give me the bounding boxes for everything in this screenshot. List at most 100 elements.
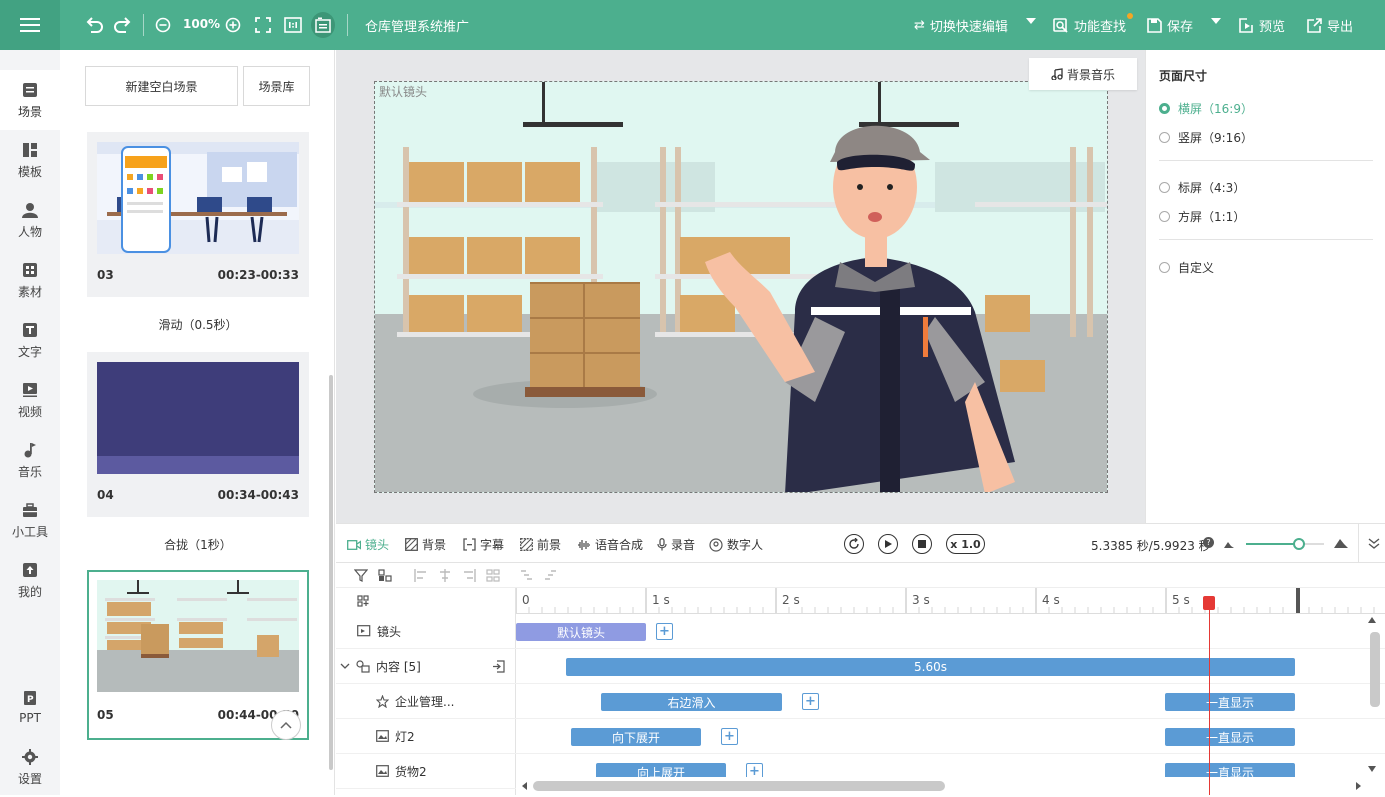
zoom-out-mountain-icon[interactable] <box>1224 540 1234 548</box>
zoom-slider-thumb[interactable] <box>1293 538 1305 550</box>
shapes-icon <box>356 659 370 673</box>
subtitle-toggle-icon[interactable] <box>311 12 335 38</box>
background-music-button[interactable]: 背景音乐 <box>1029 58 1137 90</box>
scene-card-04[interactable]: 04 00:34-00:43 <box>87 352 309 517</box>
clip-block[interactable]: 一直显示 <box>1165 693 1295 711</box>
tab-foreground[interactable]: 前景 <box>520 536 561 553</box>
timeline-vertical-scrollbar[interactable] <box>1370 632 1380 707</box>
radio-standard[interactable]: 标屏（4:3） <box>1159 179 1245 196</box>
tab-subtitle[interactable]: 字幕 <box>463 536 504 553</box>
help-icon[interactable]: ? <box>1203 537 1214 548</box>
switch-edit-button[interactable]: ⇄ 切换快速编辑 <box>914 16 1008 35</box>
nav-item-video[interactable]: 视频 <box>0 370 60 430</box>
image-icon <box>376 765 389 777</box>
nav-item-template[interactable]: 模板 <box>0 130 60 190</box>
star-effect-icon <box>376 694 389 708</box>
radio-custom[interactable]: 自定义 <box>1159 259 1214 276</box>
gear-icon <box>21 748 39 766</box>
scene-time-range: 00:34-00:43 <box>217 488 299 502</box>
actual-size-icon[interactable] <box>283 14 303 36</box>
speed-button[interactable]: x 1.0 <box>946 534 985 554</box>
clip-block[interactable]: 右边滑入 <box>601 693 782 711</box>
track-label-item[interactable]: 灯2 <box>336 719 516 754</box>
track-label-content[interactable]: 内容 [5] <box>336 649 516 684</box>
save-dropdown[interactable] <box>1211 18 1221 24</box>
scene-card-05[interactable]: 05 00:44-00:50 <box>87 570 309 740</box>
nav-item-music[interactable]: 音乐 <box>0 430 60 490</box>
clip-block[interactable]: 默认镜头 <box>516 623 646 641</box>
timeline-ruler[interactable]: 0 1 s 2 s 3 s 4 s 5 s <box>516 588 1385 614</box>
collapse-up-button[interactable] <box>271 710 301 740</box>
radio-square[interactable]: 方屏（1:1） <box>1159 208 1245 225</box>
zoom-out-icon[interactable] <box>153 14 173 36</box>
radio-landscape[interactable]: 横屏（16:9） <box>1159 100 1253 117</box>
nav-item-toolbox[interactable]: 小工具 <box>0 490 60 550</box>
radio-dot <box>1159 211 1170 222</box>
undo-icon[interactable] <box>83 14 105 36</box>
scroll-right-arrow-icon[interactable] <box>1356 782 1362 790</box>
ruler-label: 4 s <box>1042 593 1060 607</box>
clip-block[interactable]: 5.60s <box>566 658 1295 676</box>
tab-digital-human[interactable]: 数字人 <box>709 536 763 553</box>
scene-list-scrollbar[interactable] <box>329 375 333 770</box>
time-readout: 5.3385 秒/5.9923 秒 <box>1091 539 1211 553</box>
new-blank-scene-button[interactable]: 新建空白场景 <box>85 66 238 106</box>
tab-background[interactable]: 背景 <box>405 536 446 553</box>
chevron-down-icon[interactable] <box>340 663 350 670</box>
add-clip-button[interactable]: + <box>656 623 673 640</box>
save-button[interactable]: 保存 <box>1147 16 1193 35</box>
track-label-item[interactable]: 货物2 <box>336 754 516 789</box>
export-button[interactable]: 导出 <box>1307 16 1353 35</box>
stage-frame[interactable]: 默认镜头 <box>374 81 1108 493</box>
find-feature-button[interactable]: 功能查找 <box>1053 16 1126 35</box>
track-label-item[interactable]: 企业管理... <box>336 684 516 719</box>
scroll-up-arrow-icon[interactable] <box>1368 617 1376 623</box>
transition-label[interactable]: 合拢（1秒） <box>87 536 309 553</box>
scroll-down-arrow-icon[interactable] <box>1368 766 1376 772</box>
nav-item-material[interactable]: 素材 <box>0 250 60 310</box>
nav-item-settings[interactable]: 设置 <box>0 737 60 797</box>
notification-dot <box>1127 13 1133 19</box>
left-nav: 场景 模板 人物 素材 文字 视频 音乐 小工具 我的 P PPT 设置 <box>0 50 60 795</box>
nav-item-scene[interactable]: 场景 <box>0 70 60 130</box>
filter-icon[interactable] <box>354 569 368 582</box>
nav-item-person[interactable]: 人物 <box>0 190 60 250</box>
zoom-in-icon[interactable] <box>223 14 243 36</box>
menu-button[interactable] <box>0 0 60 50</box>
scene-thumbnail <box>97 142 299 254</box>
scene-number: 04 <box>97 488 114 502</box>
stop-button[interactable] <box>912 534 932 554</box>
replay-button[interactable] <box>844 534 864 554</box>
transition-label[interactable]: 滑动（0.5秒） <box>87 316 309 333</box>
layout-grid-icon[interactable] <box>357 595 369 607</box>
zoom-in-mountain-icon[interactable] <box>1334 538 1348 548</box>
nav-item-text[interactable]: 文字 <box>0 310 60 370</box>
preview-button[interactable]: 预览 <box>1239 16 1285 35</box>
nav-item-ppt[interactable]: P PPT <box>0 677 60 737</box>
group-icon[interactable] <box>378 569 392 582</box>
add-clip-button[interactable]: + <box>721 728 738 745</box>
playhead-handle[interactable] <box>1203 596 1215 610</box>
clip-block[interactable]: 向下展开 <box>571 728 701 746</box>
collapse-double-chevron-icon[interactable] <box>1368 538 1380 550</box>
project-title[interactable]: 仓库管理系统推广 <box>365 16 469 35</box>
tab-camera[interactable]: 镜头 <box>347 536 389 553</box>
switch-edit-dropdown[interactable] <box>1026 18 1036 24</box>
scene-card-03[interactable]: 03 00:23-00:33 <box>87 132 309 297</box>
exit-group-icon[interactable] <box>492 659 505 673</box>
add-clip-button[interactable]: + <box>802 693 819 710</box>
play-button[interactable] <box>878 534 898 554</box>
track-label-camera[interactable]: 镜头 <box>336 614 516 649</box>
timeline-horizontal-scrollbar[interactable] <box>533 781 945 791</box>
tab-tts[interactable]: 语音合成 <box>577 536 643 553</box>
redo-icon[interactable] <box>112 14 134 36</box>
clip-block[interactable]: 一直显示 <box>1165 728 1295 746</box>
scene-library-button[interactable]: 场景库 <box>243 66 310 106</box>
nav-item-mine[interactable]: 我的 <box>0 550 60 610</box>
scroll-left-arrow-icon[interactable] <box>522 782 528 790</box>
align-left-icon <box>414 569 426 582</box>
radio-portrait[interactable]: 竖屏（9:16） <box>1159 129 1253 146</box>
zoom-slider-track[interactable] <box>1246 543 1324 545</box>
tab-recording[interactable]: 录音 <box>657 536 695 553</box>
fullscreen-icon[interactable] <box>253 14 273 36</box>
